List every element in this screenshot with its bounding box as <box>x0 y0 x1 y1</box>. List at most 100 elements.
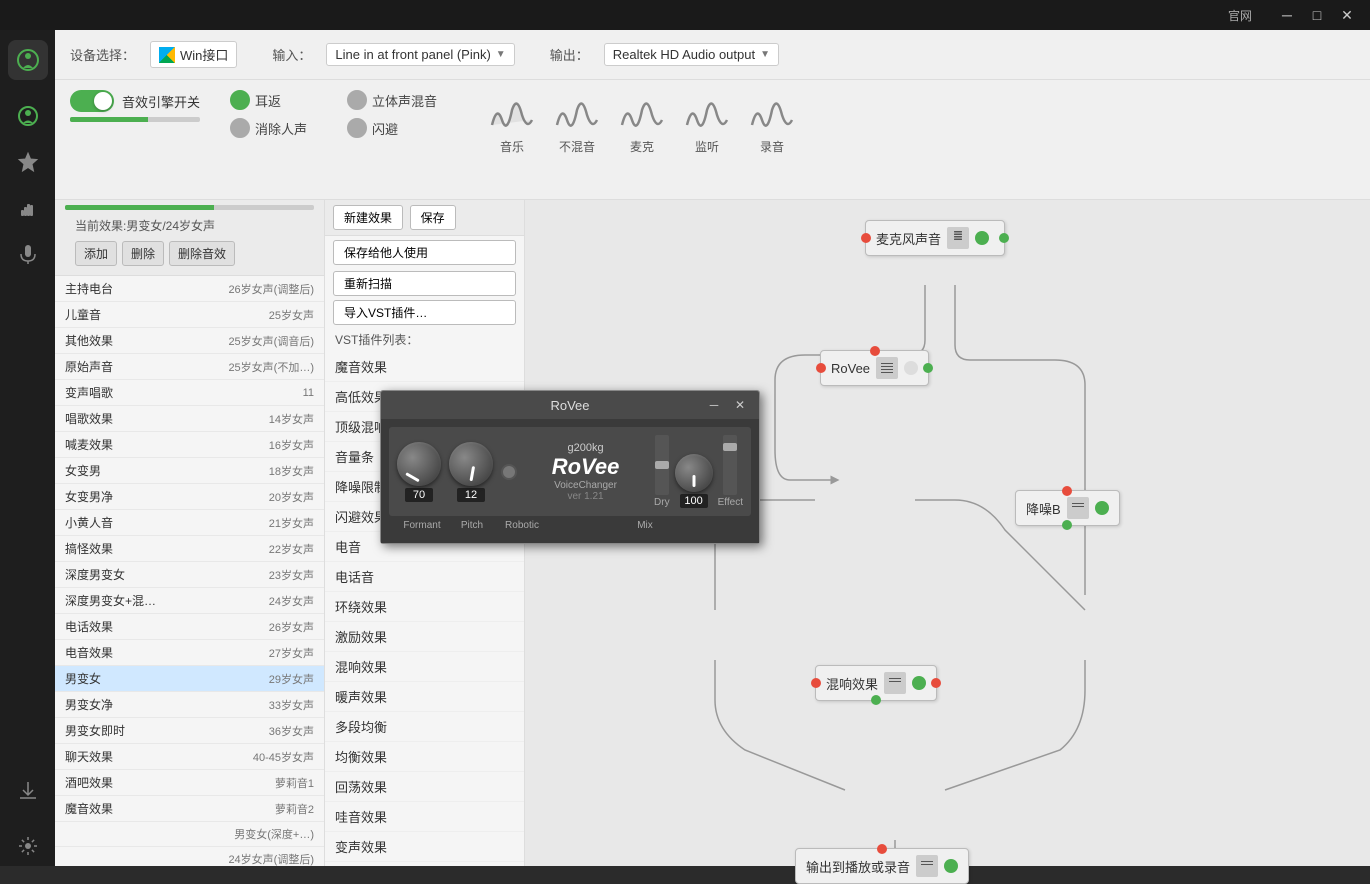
rovee-content: 70 12 g200kg RoVee VoiceChanger ver 1.21 <box>381 419 759 543</box>
effect-item-8[interactable]: 环绕效果 <box>325 592 524 622</box>
noise-b-node[interactable]: 降噪B <box>1015 490 1120 526</box>
noise-b-port-top <box>1062 486 1072 496</box>
output-node[interactable]: 输出到播放或录音 <box>795 848 969 884</box>
effect-item-10[interactable]: 混响效果 <box>325 652 524 682</box>
mix-knob[interactable] <box>675 454 713 492</box>
sidebar-item-hand[interactable] <box>8 188 48 228</box>
formant-knob-container: 70 <box>397 442 441 502</box>
import-vst-button[interactable]: 导入VST插件… <box>333 300 516 325</box>
delete-preset-button[interactable]: 删除 <box>122 241 164 266</box>
preset-item-5[interactable]: 唱歌效果14岁女声 <box>55 406 324 432</box>
sidebar-item-download[interactable] <box>8 770 48 810</box>
effect-item-13[interactable]: 均衡效果 <box>325 742 524 772</box>
toolbar: 设备选择： Win接口 输入： Line in at front panel (… <box>55 30 1370 80</box>
effect-item-11[interactable]: 暖声效果 <box>325 682 524 712</box>
preset-item-18[interactable]: 聊天效果40-45岁女声 <box>55 744 324 770</box>
rovee-plugin-window: RoVee ─ ✕ 70 12 <box>380 390 760 544</box>
output-label: 输出： <box>550 45 589 64</box>
preset-item-6[interactable]: 喊麦效果16岁女声 <box>55 432 324 458</box>
effect-item-0[interactable]: 魔音效果 <box>325 352 524 382</box>
preset-item-13[interactable]: 电话效果26岁女声 <box>55 614 324 640</box>
new-effect-button[interactable]: 新建效果 <box>333 205 403 230</box>
formant-knob[interactable] <box>397 442 441 486</box>
effect-item-17[interactable]: 变声器 <box>325 862 524 866</box>
monitor-record[interactable]: 录音 <box>747 90 797 155</box>
preset-item-9[interactable]: 小黄人音21岁女声 <box>55 510 324 536</box>
preset-item-4[interactable]: 变声唱歌11 <box>55 380 324 406</box>
minimize-button[interactable]: ─ <box>1272 0 1302 30</box>
effect-slider[interactable] <box>723 435 737 495</box>
preset-item-20[interactable]: 魔音效果萝莉音2 <box>55 796 324 822</box>
dodge-toggle[interactable]: 闪避 <box>347 118 437 138</box>
preset-item-17[interactable]: 男变女即时36岁女声 <box>55 718 324 744</box>
dodge-label: 闪避 <box>372 119 398 138</box>
dry-effect-sliders: Dry 100 Effect <box>654 435 743 508</box>
effect-item-7[interactable]: 电话音 <box>325 562 524 592</box>
preset-item-16[interactable]: 男变女净33岁女声 <box>55 692 324 718</box>
save-share-button[interactable]: 保存给他人使用 <box>333 240 516 265</box>
sidebar-item-settings[interactable] <box>8 826 48 866</box>
preset-item-19[interactable]: 酒吧效果萝莉音1 <box>55 770 324 796</box>
rovee-port-right <box>923 363 933 373</box>
dry-slider-container: Dry <box>654 435 670 508</box>
input-value: Line in at front panel (Pink) <box>335 47 490 62</box>
mic-node[interactable]: 麦克风声音 <box>865 220 1005 256</box>
sidebar-item-mic[interactable] <box>8 234 48 274</box>
device-label: 设备选择： <box>70 45 135 64</box>
dry-slider[interactable] <box>655 435 669 495</box>
input-selector[interactable]: Line in at front panel (Pink) ▼ <box>326 43 514 66</box>
effect-item-12[interactable]: 多段均衡 <box>325 712 524 742</box>
close-button[interactable]: ✕ <box>1332 0 1362 30</box>
rovee-close-button[interactable]: ✕ <box>731 396 749 414</box>
device-selector[interactable]: Win接口 <box>150 41 237 68</box>
noise-cancel-toggle[interactable]: 消除人声 <box>230 118 307 138</box>
monitor-music[interactable]: 音乐 <box>487 90 537 155</box>
monitor-mic[interactable]: 麦克 <box>617 90 667 155</box>
sidebar-logo[interactable] <box>8 40 48 80</box>
sidebar <box>0 30 55 866</box>
rescan-button[interactable]: 重新扫描 <box>333 271 516 296</box>
preset-item-10[interactable]: 搞怪效果22岁女声 <box>55 536 324 562</box>
effect-item-16[interactable]: 变声效果 <box>325 832 524 862</box>
rovee-minimize-button[interactable]: ─ <box>705 396 723 414</box>
mix-node[interactable]: 混响效果 <box>815 665 937 701</box>
effect-item-14[interactable]: 回荡效果 <box>325 772 524 802</box>
preset-item-1[interactable]: 儿童音25岁女声 <box>55 302 324 328</box>
effect-engine-toggle[interactable]: 音效引擎开关 <box>70 90 200 112</box>
add-preset-button[interactable]: 添加 <box>75 241 117 266</box>
preset-item-3[interactable]: 原始声音25岁女声(不加…) <box>55 354 324 380</box>
preset-item-0[interactable]: 主持电台26岁女声(调整后) <box>55 276 324 302</box>
rovee-port-left <box>816 363 826 373</box>
robotic-toggle[interactable] <box>501 464 517 480</box>
effect-toggle-track[interactable] <box>70 90 114 112</box>
sidebar-item-effects[interactable] <box>8 96 48 136</box>
preset-item-14[interactable]: 电音效果27岁女声 <box>55 640 324 666</box>
preset-item-11[interactable]: 深度男变女23岁女声 <box>55 562 324 588</box>
stereo-mix-dot <box>347 90 367 110</box>
maximize-button[interactable]: □ <box>1302 0 1332 30</box>
effect-item-15[interactable]: 哇音效果 <box>325 802 524 832</box>
stereo-mix-toggle[interactable]: 立体声混音 <box>347 90 437 110</box>
monitor-nomix-label: 不混音 <box>559 138 595 155</box>
delete-effect-button[interactable]: 删除音效 <box>169 241 235 266</box>
monitor-listen[interactable]: 监听 <box>682 90 732 155</box>
preset-item-12[interactable]: 深度男变女+混…24岁女声 <box>55 588 324 614</box>
earback-toggle[interactable]: 耳返 <box>230 90 307 110</box>
preset-item-8[interactable]: 女变男净20岁女声 <box>55 484 324 510</box>
rovee-node[interactable]: RoVee <box>820 350 929 386</box>
preset-item-22[interactable]: 24岁女声(调整后) <box>55 847 324 866</box>
preset-item-2[interactable]: 其他效果25岁女声(调音后) <box>55 328 324 354</box>
rovee-node-icon <box>876 357 898 379</box>
monitor-nomix[interactable]: 不混音 <box>552 90 602 155</box>
official-site-link[interactable]: 官网 <box>1228 7 1252 24</box>
effect-item-9[interactable]: 激励效果 <box>325 622 524 652</box>
save-effect-button[interactable]: 保存 <box>410 205 456 230</box>
effect-toggle-label: 音效引擎开关 <box>122 92 200 111</box>
sidebar-item-star[interactable] <box>8 142 48 182</box>
preset-item-7[interactable]: 女变男18岁女声 <box>55 458 324 484</box>
preset-item-21[interactable]: 男变女(深度+…) <box>55 822 324 847</box>
mix-param-label: Mix <box>547 520 743 531</box>
pitch-knob[interactable] <box>449 442 493 486</box>
output-selector[interactable]: Realtek HD Audio output ▼ <box>604 43 779 66</box>
preset-item-15[interactable]: 男变女29岁女声 <box>55 666 324 692</box>
